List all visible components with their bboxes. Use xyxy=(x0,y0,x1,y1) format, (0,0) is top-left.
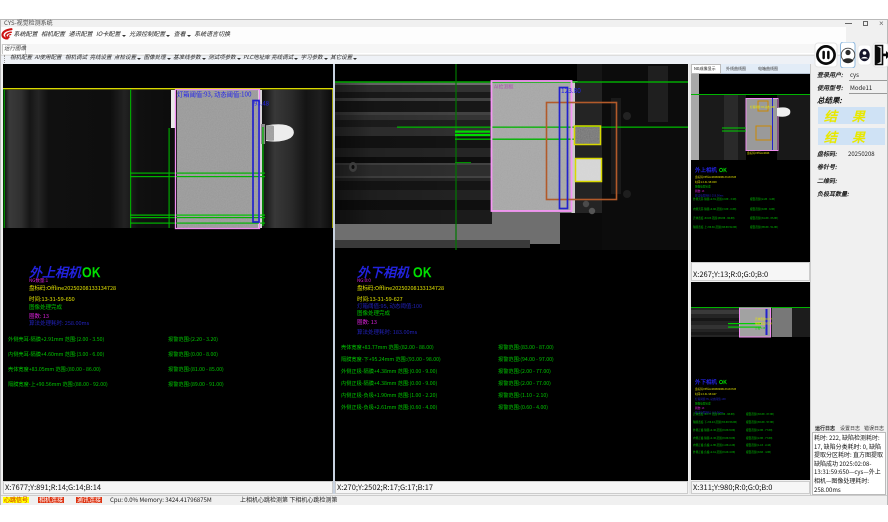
svg-text:图像处理完成: 图像处理完成 xyxy=(357,309,391,317)
svg-text:盘标码:Offline2025: 盘标码:Offline2025 xyxy=(747,151,770,155)
svg-text:盘标码:Offline20250208133134728: 盘标码:Offline20250208133134728 xyxy=(29,284,116,292)
svg-text:报警范围:(1.10 - 2.10): 报警范围:(1.10 - 2.10) xyxy=(746,443,771,447)
svg-text:外侧壳耳-隔膜+2.91mm 范围:(2.00 - 3.50: 外侧壳耳-隔膜+2.91mm 范围:(2.00 - 3.50) xyxy=(8,335,105,343)
svg-text:报警范围:(94.00 - 97.00): 报警范围:(94.00 - 97.00) xyxy=(498,355,554,363)
svg-text:壳体宽度+83.05 范围:(80.00 - 86.00): 壳体宽度+83.05 范围:(80.00 - 86.00) xyxy=(693,216,735,220)
svg-text:内侧正极-负极+1.90 范围:(1.00-2.20): 内侧正极-负极+1.90 范围:(1.00-2.20) xyxy=(693,443,735,447)
svg-text:报警范围:(81.00 - 85.00): 报警范围:(81.00 - 85.00) xyxy=(750,216,778,220)
svg-text:报警范围:(0.00 - 8.00): 报警范围:(0.00 - 8.00) xyxy=(168,350,218,358)
svg-text:报警范围:(2.20 - 3.20): 报警范围:(2.20 - 3.20) xyxy=(750,197,775,201)
svg-text:圈数: 13: 圈数: 13 xyxy=(695,189,705,193)
svg-text:外侧正极-负极+2.61 范围:(0.60-4.00): 外侧正极-负极+2.61 范围:(0.60-4.00) xyxy=(693,450,735,454)
svg-text:盘标码:Offline20250208133134728: 盘标码:Offline20250208133134728 xyxy=(357,284,444,292)
svg-text:OK: OK xyxy=(82,262,101,281)
svg-text:报警范围:(2.00 - 77.00): 报警范围:(2.00 - 77.00) xyxy=(746,436,773,440)
svg-text:93.48: 93.48 xyxy=(254,99,270,108)
svg-text:算法处理耗时: 258.00ms: 算法处理耗时: 258.00ms xyxy=(29,319,90,327)
svg-text:内侧壳耳-隔膜+4.60 范围:(3.00 - 6.00): 内侧壳耳-隔膜+4.60 范围:(3.00 - 6.00) xyxy=(693,207,736,211)
svg-text:报警范围:(94.00 - 97.00): 报警范围:(94.00 - 97.00) xyxy=(746,420,774,424)
svg-text:算法处理耗时: 183.00ms: 算法处理耗时: 183.00ms xyxy=(357,328,418,336)
svg-text:时间:13-31-59-650: 时间:13-31-59-650 xyxy=(29,295,75,303)
svg-text:盘标码:Offline20250208133134728: 盘标码:Offline20250208133134728 xyxy=(695,175,737,179)
svg-text:报警范围:(2.20 - 3.20): 报警范围:(2.20 - 3.20) xyxy=(168,335,218,343)
svg-text:报警范围:(2.00 - 77.00): 报警范围:(2.00 - 77.00) xyxy=(498,367,551,375)
svg-text:报警范围:(0.00 - 8.00): 报警范围:(0.00 - 8.00) xyxy=(750,207,775,211)
svg-text:隔膜宽度-上+90.56mm 范围:(88.00 - 92.: 隔膜宽度-上+90.56mm 范围:(88.00 - 92.00) xyxy=(8,380,108,388)
svg-text:NG数量:1: NG数量:1 xyxy=(29,277,49,284)
svg-text:报警范围:(83.00 - 87.00): 报警范围:(83.00 - 87.00) xyxy=(498,343,554,351)
svg-text:外侧正极-负极+2.61mm 范围:(0.60 - 4.00: 外侧正极-负极+2.61mm 范围:(0.60 - 4.00) xyxy=(341,403,438,411)
svg-text:隔膜宽度-上+90.56 范围:(88.00-92.00): 隔膜宽度-上+90.56 范围:(88.00-92.00) xyxy=(693,225,737,229)
svg-text:灯箱阈值:95, 动态阈值:100: 灯箱阈值:95, 动态阈值:100 xyxy=(695,397,726,401)
svg-text:外侧壳耳-隔膜+2.91 范围:(2.00 - 3.50): 外侧壳耳-隔膜+2.91 范围:(2.00 - 3.50) xyxy=(693,197,736,201)
svg-text:报警范围:(1.10 - 2.10): 报警范围:(1.10 - 2.10) xyxy=(498,391,548,399)
svg-text:内侧正极-负极+1.90mm 范围:(1.00 - 2.20: 内侧正极-负极+1.90mm 范围:(1.00 - 2.20) xyxy=(341,391,438,399)
svg-text:时间:13-31-59-650: 时间:13-31-59-650 xyxy=(695,180,717,184)
svg-text:123.80: 123.80 xyxy=(561,85,581,95)
svg-text:内侧正极-隔膜+4.38mm 范围:(0.00 - 9.00: 内侧正极-隔膜+4.38mm 范围:(0.00 - 9.00) xyxy=(341,379,438,387)
svg-text:报警范围:(89.00 - 91.00): 报警范围:(89.00 - 91.00) xyxy=(168,380,224,388)
svg-text:时间:13-31-59-627: 时间:13-31-59-627 xyxy=(695,392,717,396)
svg-text:灯箱阈值:93 动态:100: 灯箱阈值:93 动态:100 xyxy=(750,105,775,109)
svg-text:报警范围:(0.60 - 4.00): 报警范围:(0.60 - 4.00) xyxy=(746,450,771,454)
svg-text:报警范围:(81.00 - 85.00): 报警范围:(81.00 - 85.00) xyxy=(168,365,224,373)
svg-text:圈数: 13: 圈数: 13 xyxy=(357,318,377,326)
svg-text:报警范围:(89.00 - 91.00): 报警范围:(89.00 - 91.00) xyxy=(750,225,778,229)
svg-text:壳体宽度+83.77 范围:(82.00 - 88.00): 壳体宽度+83.77 范围:(82.00 - 88.00) xyxy=(693,412,735,416)
svg-text:图像处理完成: 图像处理完成 xyxy=(29,303,63,311)
svg-text:报警范围:(0.60 - 4.00): 报警范围:(0.60 - 4.00) xyxy=(498,403,548,411)
svg-text:AI检测框: AI检测框 xyxy=(494,84,514,91)
svg-text:隔膜宽度95.24: 隔膜宽度95.24 xyxy=(755,322,772,326)
svg-text:外上相机: 外上相机 xyxy=(695,166,718,174)
svg-text:图像处理完成: 图像处理完成 xyxy=(695,402,711,406)
svg-text:报警范围:(83.00 - 87.00): 报警范围:(83.00 - 87.00) xyxy=(746,412,774,416)
svg-text:壳体宽度+83.77mm 范围:(82.00 - 88.00: 壳体宽度+83.77mm 范围:(82.00 - 88.00) xyxy=(341,343,434,351)
svg-text:隔膜宽度-下+95.24mm 范围:(93.00 - 98.: 隔膜宽度-下+95.24mm 范围:(93.00 - 98.00) xyxy=(341,355,441,363)
svg-text:壳体宽度83.77: 壳体宽度83.77 xyxy=(755,317,772,321)
svg-text:外侧正极-隔膜+4.38mm 范围:(0.00 - 9.00: 外侧正极-隔膜+4.38mm 范围:(0.00 - 9.00) xyxy=(341,367,438,375)
svg-text:内侧正极-隔膜+4.38 范围:(0.00-9.00): 内侧正极-隔膜+4.38 范围:(0.00-9.00) xyxy=(693,436,735,440)
svg-text:图像处理完成: 图像处理完成 xyxy=(695,185,711,189)
svg-text:OK: OK xyxy=(719,166,727,174)
svg-text:壳体宽度+83.05mm 范围:(80.00 - 86.00: 壳体宽度+83.05mm 范围:(80.00 - 86.00) xyxy=(8,365,101,373)
svg-text:外下相机: 外下相机 xyxy=(695,378,718,386)
svg-text:OK: OK xyxy=(413,262,432,281)
svg-text:OK: OK xyxy=(719,378,727,386)
svg-text:报警范围:(2.00 - 77.00): 报警范围:(2.00 - 77.00) xyxy=(746,428,773,432)
svg-text:正极4.38: 正极4.38 xyxy=(755,326,766,330)
svg-text:盘标码:Offline20250208133134728: 盘标码:Offline20250208133134728 xyxy=(695,387,737,391)
svg-text:灯箱阈值:93, 动态阈值:100: 灯箱阈值:93, 动态阈值:100 xyxy=(177,90,252,99)
svg-text:报警范围:(2.00 - 77.00): 报警范围:(2.00 - 77.00) xyxy=(498,379,551,387)
svg-text:隔膜宽度-下+95.24 范围:(93.00-98.00): 隔膜宽度-下+95.24 范围:(93.00-98.00) xyxy=(693,420,737,424)
svg-text:外侧正极-隔膜+4.38 范围:(0.00-9.00): 外侧正极-隔膜+4.38 范围:(0.00-9.00) xyxy=(693,428,735,432)
svg-text:内侧壳耳-隔膜+4.60mm 范围:(3.00 - 6.00: 内侧壳耳-隔膜+4.60mm 范围:(3.00 - 6.00) xyxy=(8,350,105,358)
svg-text:圈数: 13: 圈数: 13 xyxy=(695,406,705,410)
